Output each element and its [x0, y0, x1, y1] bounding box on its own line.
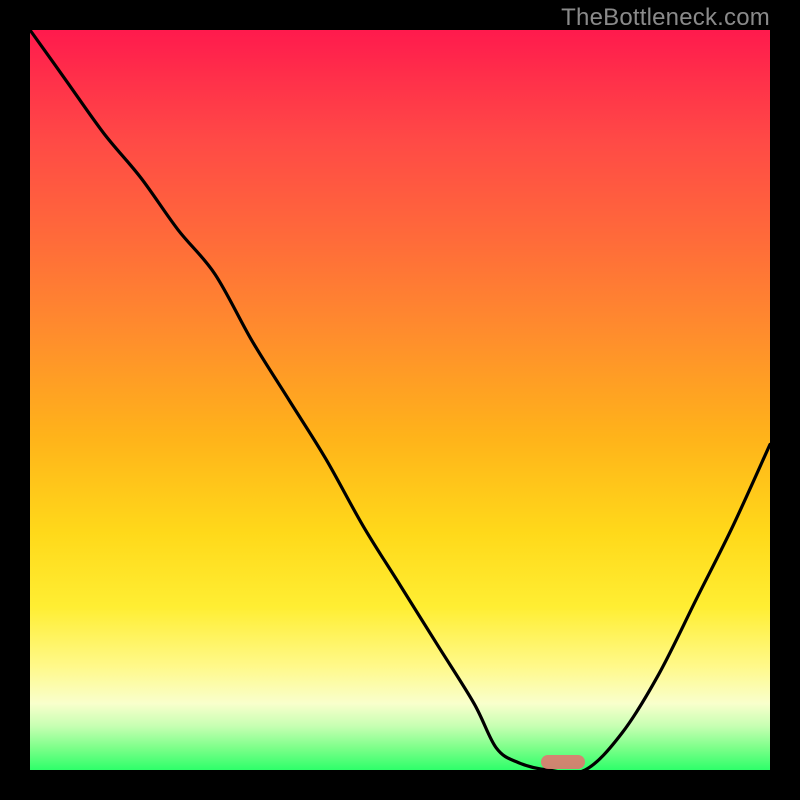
- optimal-marker: [541, 755, 585, 769]
- curve-path: [30, 30, 770, 773]
- watermark-text: TheBottleneck.com: [561, 4, 770, 32]
- bottleneck-curve: [30, 30, 770, 770]
- plot-area: [30, 30, 770, 770]
- outer-frame: TheBottleneck.com: [0, 0, 800, 800]
